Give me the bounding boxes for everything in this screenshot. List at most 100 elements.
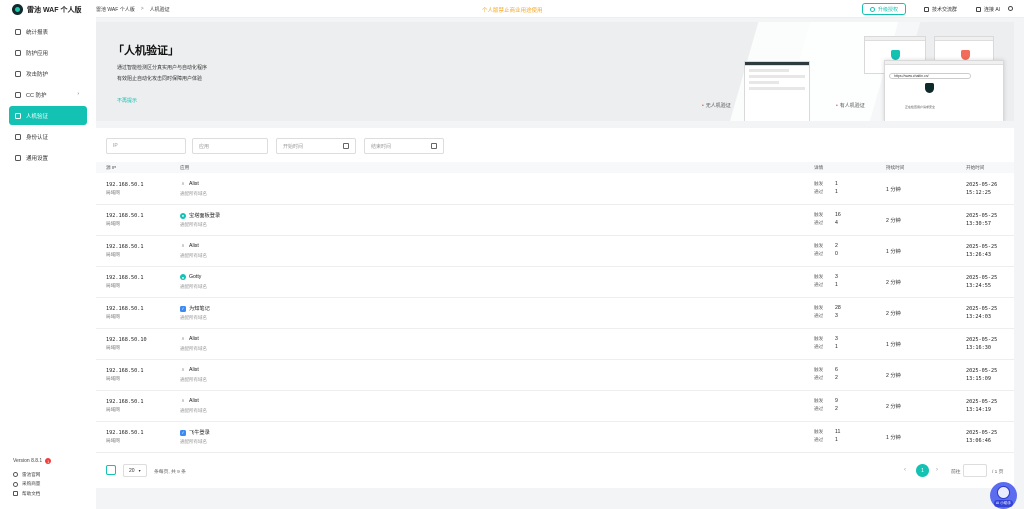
page-button-current[interactable]: 1 [916,464,929,477]
ai-assistant-button[interactable]: AI 小助手 [990,482,1017,509]
table-row[interactable]: 192.168.50.1 局域网 ∧ Alist 通配所有域名 触发 1 通过 1 1 分钟 202… [96,174,1014,205]
upgrade-button[interactable]: 升级授权 [862,3,906,15]
connect-ai-button[interactable]: 连接 AI [976,6,1000,13]
table-row[interactable]: 192.168.50.1 局域网 ✓ 为知笔记 通配所有域名 触发 28 通过 3 2 分钟 202… [96,298,1014,329]
version-info[interactable]: Version 8.8.1 1 [13,458,52,464]
pass-label: 通过 [814,344,824,349]
table-row[interactable]: 192.168.50.1 局域网 ● Gotty 通配所有域名 触发 3 通过 1 2 分钟 202… [96,267,1014,298]
prev-page-button[interactable]: ‹ [904,467,906,473]
wrench-icon [15,91,21,98]
sidebar-item[interactable]: 攻击防护 [9,64,87,83]
breadcrumb-root[interactable]: 雷池 WAF 个人版 [96,6,135,13]
table-row[interactable]: 192.168.50.1 局域网 ∧ Alist 通配所有域名 触发 9 通过 2 2 分钟 202… [96,391,1014,422]
sidebar-item-label: CC 防护 [26,92,47,99]
breadcrumb: 雷池 WAF 个人版 > 人机验证 [96,6,170,13]
sidebar-item[interactable]: 统计报表 [9,22,87,41]
chat-group-icon [924,7,929,12]
duration: 1 分钟 [886,435,901,441]
community-button[interactable]: 技术交流群 [924,6,957,13]
trigger-count: 1 [835,181,838,187]
ip-filter-input[interactable]: IP [106,138,186,154]
source-ip: 192.168.50.1 [106,213,144,219]
end-time-picker[interactable]: 结束时间 [364,138,444,154]
pass-count: 1 [835,437,838,443]
sidebar-item-label: 人机验证 [26,113,49,120]
page-size-select[interactable]: 20 ▾ [123,464,147,477]
sidebar-item[interactable]: 防护应用 [9,43,87,62]
document-icon [13,491,18,497]
pass-count: 4 [835,220,838,226]
table-header: 源 IP 应用 详情 持续时间 开始时间 [96,162,1014,173]
start-time: 2025-05-25 13:24:55 [966,275,998,289]
sidebar-item-label: 防护应用 [26,50,49,57]
app-domain: 通配所有域名 [180,408,207,413]
network-type: 局域网 [106,221,120,226]
source-ip: 192.168.50.10 [106,337,147,343]
trigger-label: 触发 [814,212,824,217]
sidebar-item[interactable]: 通用设置 [9,148,87,167]
upgrade-icon [869,6,875,12]
app-name: ∧ Alist [181,398,199,404]
network-type: 局域网 [106,376,120,381]
banner-desc-line: 有效阻止自动化攻击同时保障用户体验 [117,75,203,82]
trigger-label: 触发 [814,336,824,341]
caption-without: • 无人机验证 [702,102,731,110]
app-domain: 通配所有域名 [180,222,207,227]
safeline-logo-icon [12,4,23,15]
table-row[interactable]: 192.168.50.1 局域网 ∧ Alist 通配所有域名 触发 2 通过 0 1 分钟 202… [96,236,1014,267]
trigger-count: 2 [835,243,838,249]
sidebar-item[interactable]: 人机验证 [9,106,87,125]
app-name: ● Gotty [180,274,202,280]
gear-icon [15,154,21,161]
jump-page-input[interactable] [963,464,987,477]
trigger-count: 6 [835,367,838,373]
table-row[interactable]: 192.168.50.10 局域网 ∧ Alist 通配所有域名 触发 3 通过 1 1 分钟 20… [96,329,1014,360]
trigger-count: 3 [835,336,838,342]
official-site-link[interactable]: 雷池官网 [13,470,51,480]
network-type: 局域网 [106,283,120,288]
table-row[interactable]: 192.168.50.1 局域网 ✓ 飞牛登录 通配所有域名 触发 11 通过 1 1 分钟 202… [96,422,1014,453]
start-time: 2025-05-25 13:15:09 [966,368,998,382]
next-page-button[interactable]: › [936,467,938,473]
app-domain: 通配所有域名 [180,439,207,444]
start-time: 2025-05-25 13:26:43 [966,244,998,258]
pass-label: 通过 [814,282,824,287]
license-notice: 个人版禁止商业用途使用 [482,8,543,14]
ai-icon [976,7,981,12]
start-time: 2025-05-25 13:24:03 [966,306,998,320]
help-docs-link[interactable]: 帮助文档 [13,489,51,499]
app-filter-select[interactable]: 应用 [192,138,268,154]
caption-dot-icon: • [702,102,704,109]
dismiss-banner-link[interactable]: 不再提示 [117,97,137,104]
table-row[interactable]: 192.168.50.1 局域网 ∧ Alist 通配所有域名 触发 6 通过 2 2 分钟 202… [96,360,1014,391]
table-row[interactable]: 192.168.50.1 局域网 ● 宝塔面板登录 通配所有域名 触发 16 通过 4 2 分钟 2… [96,205,1014,236]
app-logo[interactable]: 雷池 WAF 个人版 [12,4,81,15]
duration: 2 分钟 [886,404,901,410]
trigger-label: 触发 [814,398,824,403]
trigger-count: 16 [835,212,841,218]
app-name: ∧ Alist [181,243,199,249]
duration: 2 分钟 [886,311,901,317]
source-ip: 192.168.50.1 [106,244,144,250]
intro-banner: 「人机验证」 通过智能检测区分真实用户与自动化程序 有效阻止自动化攻击同时保障用… [96,22,1014,121]
robot-icon [15,112,21,119]
chevron-down-icon: ▾ [138,468,141,473]
source-ip: 192.168.50.1 [106,306,144,312]
sidebar: 雷池 WAF 个人版 统计报表防护应用攻击防护 CC 防护 › 人机验证身份认证通用设… [0,0,96,509]
shield-icon [15,49,21,56]
shield-icon [891,50,900,60]
sidebar-item[interactable]: CC 防护 › [9,85,87,104]
logout-button[interactable] [1008,6,1013,11]
refresh-icon[interactable] [106,465,116,475]
duration: 1 分钟 [886,249,901,255]
pass-count: 3 [835,313,838,319]
purchase-link[interactable]: 采购商量 [13,480,51,490]
app-domain: 通配所有域名 [180,191,207,196]
sidebar-item[interactable]: 身份认证 [9,127,87,146]
start-time-picker[interactable]: 开始时间 [276,138,356,154]
app-name: ● 宝塔面板登录 [180,212,221,219]
network-type: 局域网 [106,190,120,195]
sidebar-nav: 统计报表防护应用攻击防护 CC 防护 › 人机验证身份认证通用设置 [9,22,87,169]
banner-desc-line: 通过智能检测区分真实用户与自动化程序 [117,65,208,71]
banner-description: 通过智能检测区分真实用户与自动化程序 有效阻止自动化攻击同时保障用户体验 [117,63,207,84]
